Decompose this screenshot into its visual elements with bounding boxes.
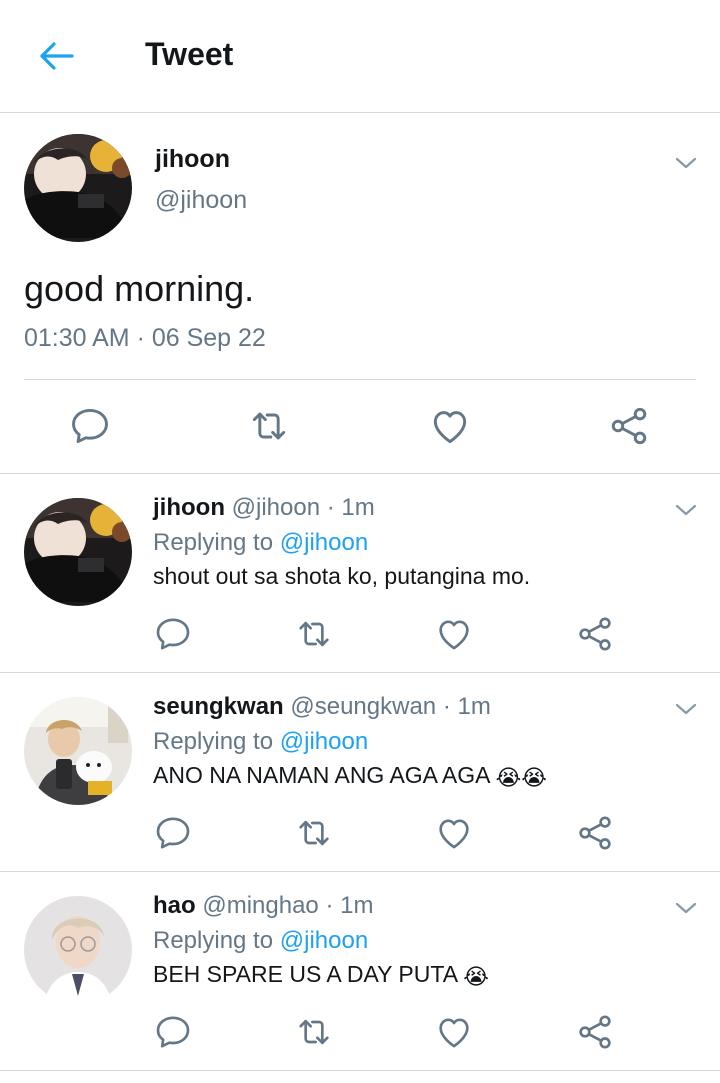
- author-handle[interactable]: @jihoon: [232, 494, 320, 521]
- reply-icon: [68, 404, 112, 448]
- reply-text: shout out sa shota ko, putangina mo.: [153, 563, 530, 590]
- mention-link[interactable]: @jihoon: [280, 728, 368, 755]
- share-button[interactable]: [606, 403, 652, 449]
- heart-icon: [434, 1012, 474, 1052]
- page-title: Tweet: [145, 36, 234, 72]
- reply-header: jihoon @jihoon · 1m: [153, 494, 375, 522]
- author-handle[interactable]: @seungkwan: [290, 693, 436, 720]
- reply-time: · 1m: [442, 693, 491, 720]
- tweet-timestamp: 01:30 AM · 06 Sep 22: [24, 324, 266, 352]
- reply-tweet[interactable]: hao @minghao · 1m Replying to @jihoon BE…: [0, 872, 720, 1071]
- avatar[interactable]: [24, 498, 132, 606]
- crying-emoji-icon: 😭: [463, 964, 489, 989]
- tweet-menu-button[interactable]: [672, 898, 700, 918]
- author-name[interactable]: jihoon: [155, 145, 230, 174]
- heart-icon: [434, 614, 474, 654]
- author-name[interactable]: jihoon: [153, 494, 225, 521]
- reply-tweet[interactable]: jihoon @jihoon · 1m Replying to @jihoon …: [0, 474, 720, 673]
- reply-tweet[interactable]: seungkwan @seungkwan · 1m Replying to @j…: [0, 673, 720, 872]
- main-tweet: jihoon @jihoon good morning. 01:30 AM · …: [0, 113, 720, 474]
- retweet-button[interactable]: [291, 611, 337, 657]
- chevron-down-icon: [672, 699, 700, 719]
- avatar[interactable]: [24, 896, 132, 1004]
- reply-time: · 1m: [325, 892, 374, 919]
- retweet-icon: [294, 614, 334, 654]
- crying-emoji-icon: 😭😭: [495, 765, 547, 790]
- reply-text-content: shout out sa shota ko, putangina mo.: [153, 563, 531, 589]
- author-name[interactable]: seungkwan: [153, 693, 284, 720]
- tweet-menu-button[interactable]: [672, 699, 700, 719]
- retweet-icon: [294, 1012, 334, 1052]
- tweet-menu-button[interactable]: [672, 500, 700, 520]
- arrow-left-icon: [40, 42, 74, 70]
- share-icon: [575, 1012, 615, 1052]
- author-name[interactable]: hao: [153, 892, 196, 919]
- author-handle[interactable]: @minghao: [202, 892, 318, 919]
- like-button[interactable]: [431, 1009, 477, 1055]
- mention-link[interactable]: @jihoon: [280, 927, 368, 954]
- share-icon: [575, 813, 615, 853]
- share-icon: [607, 404, 651, 448]
- share-button[interactable]: [572, 810, 618, 856]
- reply-button[interactable]: [150, 810, 196, 856]
- reply-button[interactable]: [67, 403, 113, 449]
- replying-to-label: Replying to: [153, 927, 274, 954]
- retweet-button[interactable]: [246, 403, 292, 449]
- avatar[interactable]: [24, 697, 132, 805]
- heart-icon: [434, 813, 474, 853]
- tweet-menu-button[interactable]: [672, 153, 700, 173]
- chevron-down-icon: [672, 153, 700, 173]
- reply-button[interactable]: [150, 611, 196, 657]
- reply-button[interactable]: [150, 1009, 196, 1055]
- share-icon: [575, 614, 615, 654]
- reply-text-content: BEH SPARE US A DAY PUTA: [153, 961, 457, 987]
- retweet-icon: [294, 813, 334, 853]
- reply-text: BEH SPARE US A DAY PUTA 😭: [153, 961, 489, 990]
- avatar[interactable]: [24, 134, 132, 242]
- share-button[interactable]: [572, 1009, 618, 1055]
- divider: [24, 379, 696, 380]
- reply-text-content: ANO NA NAMAN ANG AGA AGA: [153, 762, 490, 788]
- chevron-down-icon: [672, 898, 700, 918]
- reply-icon: [153, 813, 193, 853]
- heart-icon: [428, 404, 472, 448]
- like-button[interactable]: [427, 403, 473, 449]
- mention-link[interactable]: @jihoon: [280, 529, 368, 556]
- author-handle[interactable]: @jihoon: [155, 186, 247, 215]
- tweet-text: good morning.: [24, 268, 255, 309]
- reply-text: ANO NA NAMAN ANG AGA AGA 😭😭: [153, 762, 547, 791]
- reply-time: · 1m: [326, 494, 375, 521]
- retweet-button[interactable]: [291, 1009, 337, 1055]
- reply-icon: [153, 614, 193, 654]
- retweet-button[interactable]: [291, 810, 337, 856]
- replying-to: Replying to @jihoon: [153, 529, 368, 557]
- replying-to-label: Replying to: [153, 728, 274, 755]
- reply-icon: [153, 1012, 193, 1052]
- retweet-icon: [247, 404, 291, 448]
- top-bar: Tweet: [0, 0, 720, 113]
- share-button[interactable]: [572, 611, 618, 657]
- replying-to: Replying to @jihoon: [153, 728, 368, 756]
- replying-to: Replying to @jihoon: [153, 927, 368, 955]
- chevron-down-icon: [672, 500, 700, 520]
- like-button[interactable]: [431, 611, 477, 657]
- like-button[interactable]: [431, 810, 477, 856]
- reply-header: hao @minghao · 1m: [153, 892, 373, 920]
- back-button[interactable]: [30, 36, 80, 76]
- replying-to-label: Replying to: [153, 529, 274, 556]
- reply-header: seungkwan @seungkwan · 1m: [153, 693, 491, 721]
